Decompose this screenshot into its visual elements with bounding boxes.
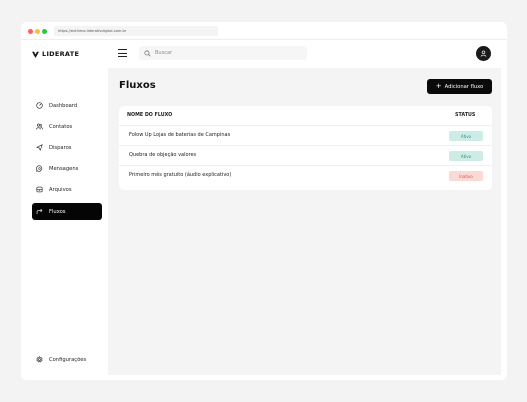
user-icon [480,50,487,57]
add-flow-button-label: Adicionar fluxo [444,83,484,90]
minimize-window-button[interactable] [35,28,40,34]
user-avatar[interactable] [476,46,491,61]
sidebar-item-label: Dashboard [49,102,78,109]
column-header-name: NOME DO FLUXO [127,113,173,118]
sidebar-item-label: Arquivos [49,186,72,193]
browser-titlebar: https://exthima.liderativdigital.com.br [21,22,507,40]
flow-name: Folow Up Lojas de baterias de Campinas [129,132,231,138]
sidebar-item-disparos[interactable]: Disparos [32,139,102,156]
main-content: Fluxos + Adicionar fluxo NOME DO FLUXO S… [108,68,501,375]
flow-name: Primeiro mês gratuito (áudio explicativo… [129,172,232,178]
sidebar-item-contatos[interactable]: Contatos [32,118,102,135]
flow-icon [36,208,43,214]
search-box [139,46,307,60]
plus-icon: + [435,82,442,90]
column-header-status: STATUS [455,113,476,118]
sidebar-item-label: Disparos [49,144,72,151]
sidebar-item-mensagens[interactable]: Mensagens [32,160,102,177]
menu-toggle-icon[interactable] [118,49,127,57]
brand-logo[interactable]: LIDERATE [32,48,79,60]
sidebar: Dashboard Contatos Disparos Mensagens Ar… [21,68,108,380]
search-icon [144,49,151,57]
brand-name: LIDERATE [42,50,80,58]
search-input[interactable] [155,47,295,59]
status-badge: Ativo [449,131,483,141]
maximize-window-button[interactable] [42,28,47,34]
address-bar[interactable]: https://exthima.liderativdigital.com.br [54,26,218,36]
close-window-button[interactable] [28,28,33,34]
sidebar-item-label: Mensagens [49,165,79,172]
table-row[interactable]: Quebra de objeção valores Ativo [119,145,492,165]
sidebar-item-label: Configurações [49,356,87,363]
sidebar-item-arquivos[interactable]: Arquivos [32,181,102,198]
sidebar-item-fluxos[interactable]: Fluxos [32,203,102,220]
sidebar-item-label: Contatos [49,123,73,130]
app-window: https://exthima.liderativdigital.com.br … [21,22,507,380]
status-badge: Ativo [449,151,483,161]
gear-icon [36,356,43,363]
message-icon [36,165,43,172]
table-row[interactable]: Folow Up Lojas de baterias de Campinas A… [119,125,492,145]
page-title: Fluxos [119,80,156,91]
archive-icon [36,186,43,193]
sidebar-item-label: Fluxos [49,208,66,215]
flow-name: Quebra de objeção valores [129,152,197,158]
brand-logo-icon [32,51,39,58]
add-flow-button[interactable]: + Adicionar fluxo [427,79,492,94]
users-icon [36,123,43,130]
status-badge: Inativo [449,171,483,181]
sidebar-item-dashboard[interactable]: Dashboard [32,97,102,114]
sidebar-item-configuracoes[interactable]: Configurações [32,351,102,368]
app-header: LIDERATE [21,40,507,68]
send-icon [36,144,43,151]
table-row[interactable]: Primeiro mês gratuito (áudio explicativo… [119,165,492,185]
flows-table: NOME DO FLUXO STATUS Folow Up Lojas de b… [119,106,492,190]
dashboard-icon [36,102,43,109]
